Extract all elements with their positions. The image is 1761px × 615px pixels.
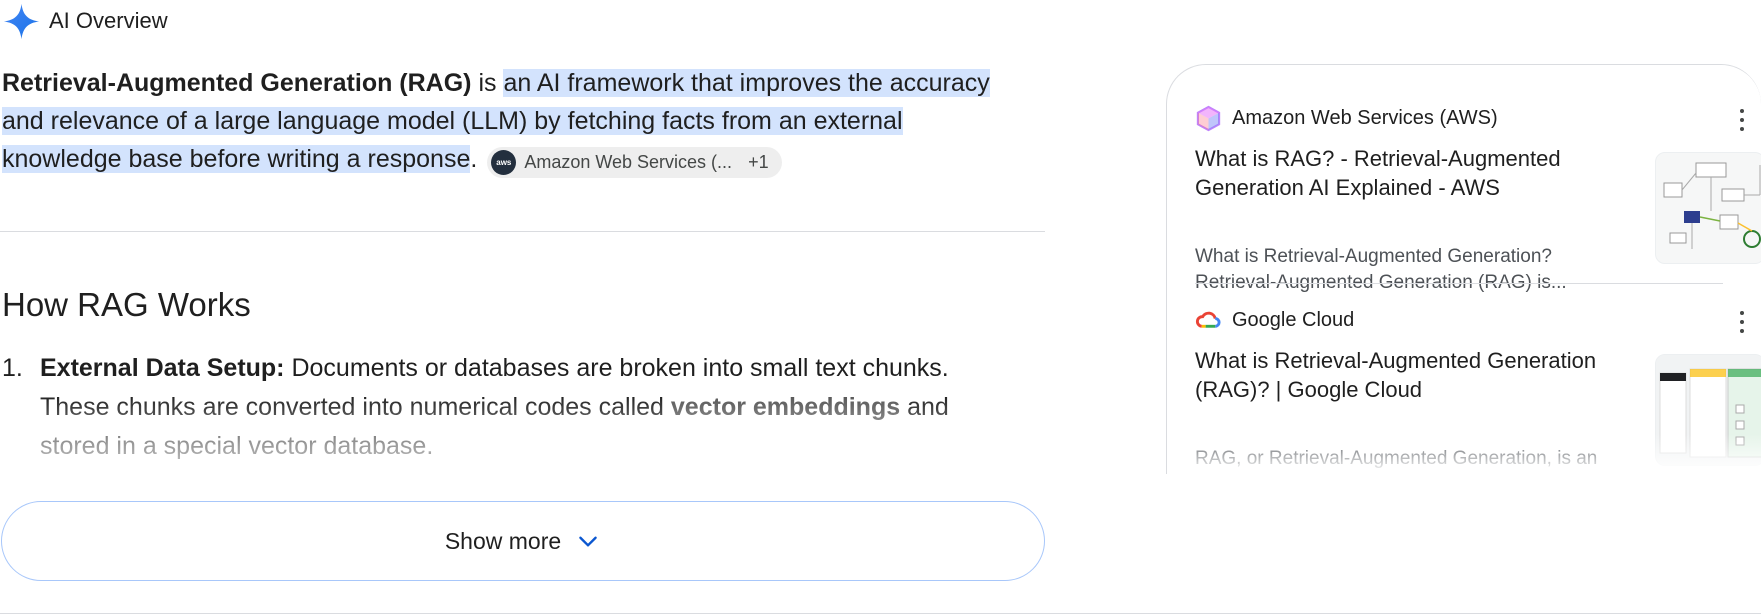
source-card[interactable]: Google Cloud What is Retrieval-Augmented…: [1195, 304, 1761, 474]
source-name: Amazon Web Services (AWS): [1232, 106, 1498, 129]
source-thumbnail: [1655, 354, 1761, 466]
source-chip-label: Amazon Web Services (...: [524, 152, 733, 172]
source-separator: [1195, 283, 1723, 284]
source-card[interactable]: Amazon Web Services (AWS) What is RAG? -…: [1195, 102, 1761, 293]
show-more-label: Show more: [444, 527, 562, 554]
source-chip-count: +1: [748, 152, 769, 172]
section-heading: How RAG Works: [2, 286, 251, 323]
overview-summary: Retrieval-Augmented Generation (RAG) is …: [2, 64, 1012, 178]
source-title[interactable]: What is RAG? - Retrieval-Augmented Gener…: [1195, 144, 1605, 202]
steps-list: 1. External Data Setup: Documents or dat…: [2, 349, 1012, 466]
google-cloud-icon: [1195, 311, 1221, 328]
source-title[interactable]: What is Retrieval-Augmented Generation (…: [1195, 346, 1605, 404]
section-divider: [0, 231, 1045, 232]
summary-connector: is: [471, 69, 504, 97]
source-chip[interactable]: aws Amazon Web Services (... +1: [487, 147, 782, 178]
list-item: 1. External Data Setup: Documents or dat…: [2, 349, 1012, 466]
chevron-down-icon: [579, 536, 597, 547]
step-bold-term: vector embeddings: [670, 393, 901, 421]
source-header: Amazon Web Services (AWS): [1195, 102, 1744, 134]
source-snippet: RAG, or Retrieval-Augmented Generation, …: [1195, 448, 1598, 469]
step-title: External Data Setup:: [40, 354, 285, 382]
bottom-divider: [0, 613, 1761, 614]
more-options-icon[interactable]: [1731, 106, 1753, 134]
summary-end: .: [470, 145, 478, 173]
source-snippet: What is Retrieval-Augmented Generation? …: [1195, 246, 1567, 293]
aws-logo-icon: aws: [491, 150, 517, 175]
ai-overview-header: AI Overview: [3, 3, 168, 39]
source-thumbnail: [1655, 152, 1761, 264]
summary-term: Retrieval-Augmented Generation (RAG): [2, 69, 472, 97]
sources-panel: Amazon Web Services (AWS) What is RAG? -…: [1166, 64, 1761, 474]
source-name: Google Cloud: [1232, 308, 1355, 331]
gemini-spark-icon: [3, 3, 40, 39]
more-options-icon[interactable]: [1731, 308, 1753, 336]
source-header: Google Cloud: [1195, 304, 1744, 336]
step-number: 1.: [2, 354, 23, 382]
aws-cube-icon: [1196, 105, 1221, 131]
ai-overview-title: AI Overview: [49, 8, 168, 33]
show-more-button[interactable]: Show more: [1, 501, 1045, 581]
step-body: External Data Setup: Documents or databa…: [40, 349, 1012, 466]
